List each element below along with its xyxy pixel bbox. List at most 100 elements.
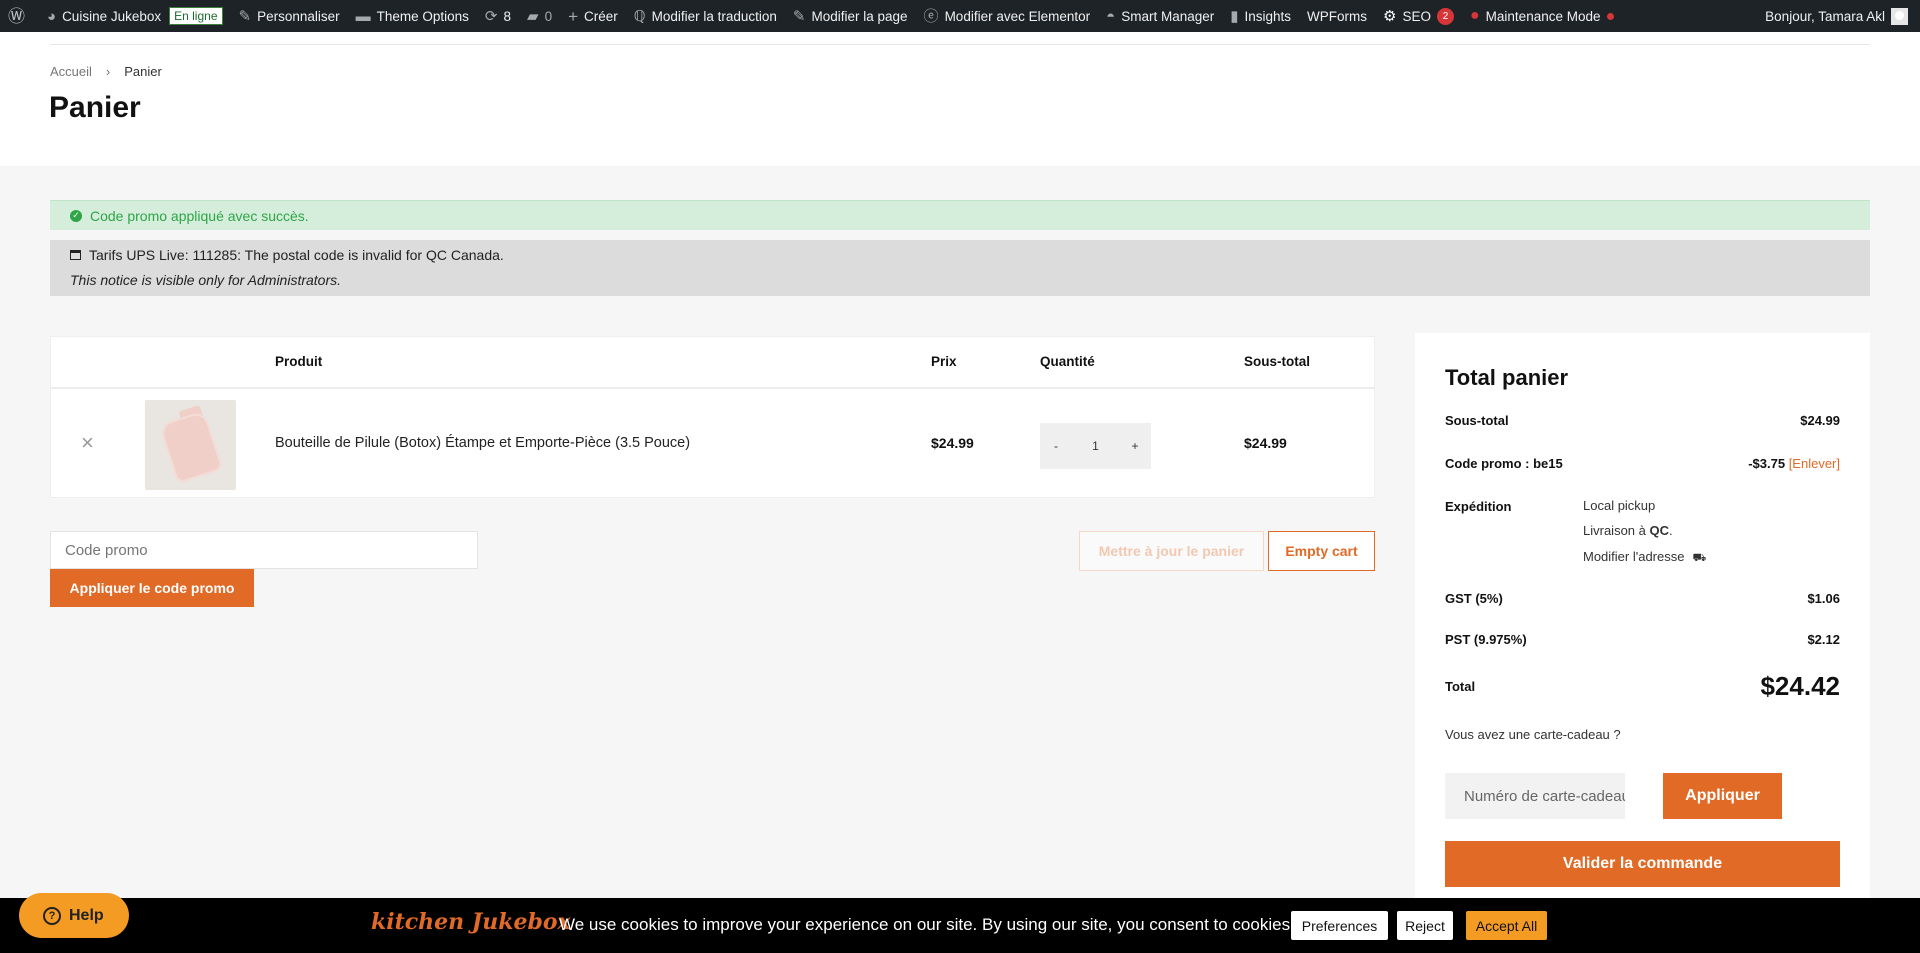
- insights-label: Insights: [1244, 8, 1292, 24]
- maintenance-icon: ●: [1470, 7, 1480, 24]
- column-header-product: Produit: [275, 354, 323, 369]
- wpforms-link[interactable]: WPForms: [1299, 0, 1375, 32]
- remove-item-button[interactable]: ×: [81, 432, 94, 454]
- wpforms-label: WPForms: [1307, 8, 1368, 24]
- cookie-accept-all-button[interactable]: Accept All: [1466, 911, 1547, 940]
- remove-promo-link[interactable]: [Enlever]: [1789, 456, 1840, 471]
- edit-translation-link[interactable]: ℚ Modifier la traduction: [626, 0, 785, 32]
- wordpress-icon: Ⓦ: [8, 6, 25, 26]
- wp-logo-menu[interactable]: Ⓦ: [0, 0, 39, 32]
- promo-code-value: -$3.75: [1748, 456, 1786, 471]
- page-title: Panier: [49, 91, 141, 124]
- product-thumbnail[interactable]: [145, 400, 236, 490]
- table-row: × Bouteille de Pilule (Botox) Étampe et …: [51, 389, 1374, 499]
- updates-count: 8: [503, 8, 512, 24]
- seo-label: SEO: [1402, 8, 1431, 24]
- account-menu[interactable]: Bonjour, Tamara Akl: [1765, 0, 1920, 32]
- gift-card-question: Vous avez une carte-cadeau ?: [1445, 727, 1621, 742]
- gst-label: GST (5%): [1445, 591, 1503, 606]
- maintenance-mode-menu[interactable]: ● Maintenance Mode: [1462, 0, 1622, 32]
- account-greeting: Bonjour, Tamara Akl: [1765, 8, 1885, 24]
- cart-totals-title: Total panier: [1445, 365, 1569, 390]
- subtotal-value: $24.99: [1800, 413, 1840, 428]
- subtotal-label: Sous-total: [1445, 413, 1509, 428]
- edit-elementor-link[interactable]: ⓔ Modifier avec Elementor: [916, 0, 1099, 32]
- comments-link[interactable]: ▰ 0: [519, 0, 560, 32]
- total-label: Total: [1445, 679, 1476, 694]
- gauge-icon: ◓: [1106, 7, 1116, 25]
- maintenance-status-dot: [1606, 12, 1614, 20]
- site-name: Cuisine Jukebox: [62, 8, 162, 24]
- cookie-reject-button[interactable]: Reject: [1397, 911, 1453, 940]
- pencil-icon: ✎: [792, 7, 806, 25]
- quantity-input[interactable]: 1: [1092, 439, 1099, 453]
- breadcrumb-home-link[interactable]: Accueil: [50, 64, 92, 79]
- edit-page-link[interactable]: ✎ Modifier la page: [785, 0, 916, 32]
- help-label: Help: [69, 906, 104, 924]
- folder-icon: ▬: [355, 7, 371, 25]
- shipping-method: Local pickup: [1583, 498, 1656, 513]
- customize-label: Personnaliser: [257, 8, 340, 24]
- shipping-label: Expédition: [1445, 499, 1512, 514]
- success-notice-text: Code promo appliqué avec succès.: [90, 207, 309, 224]
- column-header-subtotal: Sous-total: [1244, 354, 1310, 369]
- apply-coupon-button[interactable]: Appliquer le code promo: [50, 569, 254, 607]
- avatar: [1891, 7, 1908, 25]
- shipping-destination-suffix: .: [1668, 523, 1673, 538]
- promo-code-value-group: -$3.75 [Enlever]: [1748, 456, 1840, 471]
- cookie-preferences-button[interactable]: Preferences: [1291, 911, 1388, 940]
- breadcrumb: Accueil › Panier: [50, 64, 162, 79]
- elementor-icon: ⓔ: [923, 7, 939, 25]
- update-cart-button[interactable]: Mettre à jour le panier: [1079, 531, 1264, 571]
- shipping-destination-prefix: Livraison à: [1583, 523, 1650, 538]
- change-address-link[interactable]: Modifier l'adresse ⛟: [1583, 549, 1706, 566]
- calendar-icon: [70, 250, 81, 260]
- updates-link[interactable]: ⟳ 8: [477, 0, 519, 32]
- seo-count-badge: 2: [1437, 7, 1454, 25]
- quantity-stepper: - 1 +: [1040, 423, 1151, 469]
- bottle-shape: [158, 410, 224, 484]
- truck-icon: ⛟: [1692, 552, 1707, 564]
- breadcrumb-current: Panier: [124, 64, 162, 79]
- success-notice: ✓ Code promo appliqué avec succès.: [50, 200, 1870, 230]
- theme-options-link[interactable]: ▬ Theme Options: [348, 0, 477, 32]
- pst-value: $2.12: [1807, 632, 1840, 647]
- checkout-button[interactable]: Valider la commande: [1445, 841, 1840, 887]
- comment-icon: ▰: [527, 7, 539, 25]
- translate-icon: ℚ: [633, 7, 646, 25]
- seo-menu[interactable]: ⚙ SEO 2: [1375, 0, 1462, 32]
- product-name-link[interactable]: Bouteille de Pilule (Botox) Étampe et Em…: [275, 435, 690, 451]
- bar-chart-icon: ▮: [1230, 7, 1239, 25]
- info-notice: Tarifs UPS Live: 111285: The postal code…: [50, 240, 1870, 296]
- column-header-quantity: Quantité: [1040, 354, 1095, 369]
- edit-translation-label: Modifier la traduction: [651, 8, 777, 24]
- smart-manager-link[interactable]: ◓ Smart Manager: [1098, 0, 1222, 32]
- pst-label: PST (9.975%): [1445, 632, 1527, 647]
- empty-cart-button[interactable]: Empty cart: [1268, 531, 1375, 571]
- question-icon: ?: [43, 906, 61, 925]
- quantity-increase-button[interactable]: +: [1119, 439, 1151, 453]
- total-value: $24.42: [1760, 671, 1840, 701]
- admin-bar: Ⓦ ◕ Cuisine Jukebox En ligne ✎ Personnalise…: [0, 0, 1920, 32]
- info-notice-admin-note: This notice is visible only for Administ…: [70, 272, 342, 288]
- apply-gift-card-button[interactable]: Appliquer: [1663, 773, 1782, 819]
- customize-link[interactable]: ✎ Personnaliser: [231, 0, 348, 32]
- cart-table: Produit Prix Quantité Sous-total × Boute…: [50, 336, 1375, 498]
- plus-icon: +: [568, 6, 579, 26]
- new-content-menu[interactable]: + Créer: [560, 0, 626, 32]
- site-name-menu[interactable]: ◕ Cuisine Jukebox En ligne: [39, 0, 231, 32]
- change-address-label: Modifier l'adresse: [1583, 549, 1685, 564]
- page-header: Accueil › Panier Panier: [0, 32, 1920, 166]
- header-divider: [50, 44, 1870, 45]
- insights-link[interactable]: ▮ Insights: [1222, 0, 1299, 32]
- quantity-decrease-button[interactable]: -: [1040, 439, 1072, 453]
- help-button[interactable]: ? Help: [19, 893, 129, 938]
- promo-code-label: Code promo : be15: [1445, 456, 1563, 471]
- breadcrumb-separator: ›: [105, 64, 111, 79]
- gift-card-input[interactable]: Numéro de carte-cadeau: [1445, 773, 1625, 819]
- gst-value: $1.06: [1807, 591, 1840, 606]
- cookie-banner-logo: kitchen Jukebox: [371, 909, 571, 935]
- brush-icon: ✎: [238, 7, 252, 25]
- dashboard-icon: ◕: [47, 7, 57, 25]
- coupon-code-input[interactable]: [50, 531, 478, 569]
